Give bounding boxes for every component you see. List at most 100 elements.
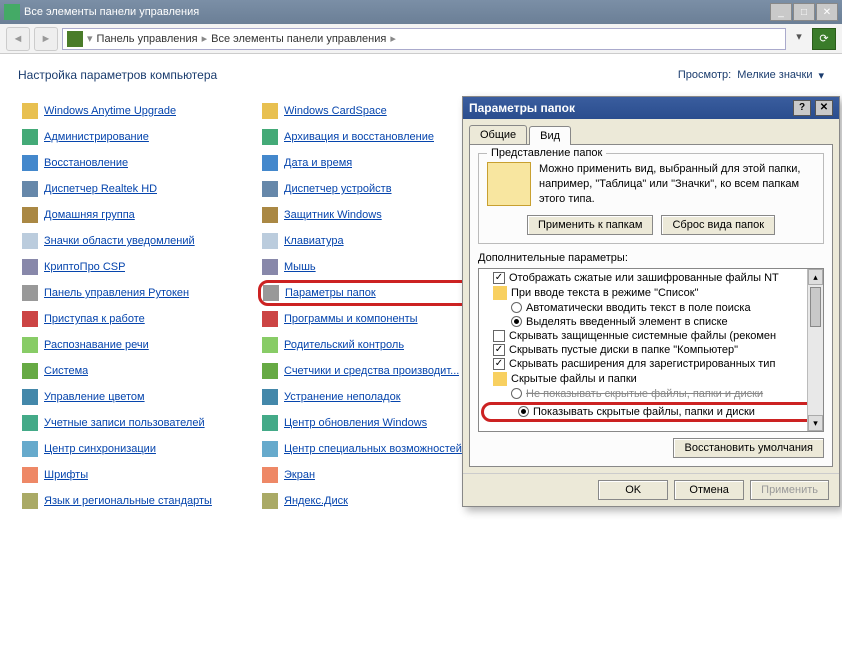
item-label: Яндекс.Диск	[284, 495, 348, 507]
item-label: Распознавание речи	[44, 339, 149, 351]
dialog-help-button[interactable]: ?	[793, 100, 811, 116]
control-panel-item[interactable]: Центр синхронизации	[18, 436, 258, 462]
item-icon	[262, 129, 278, 145]
refresh-button[interactable]: ⟳	[812, 28, 836, 50]
item-icon	[22, 363, 38, 379]
tab-general[interactable]: Общие	[469, 125, 527, 144]
breadcrumb-2[interactable]: Все элементы панели управления	[211, 33, 386, 45]
view-value[interactable]: Мелкие значки	[737, 69, 812, 81]
item-label: Клавиатура	[284, 235, 344, 247]
radio-icon[interactable]	[511, 302, 522, 313]
tree-item[interactable]: Скрытые файлы и папки	[481, 371, 821, 387]
control-panel-item[interactable]: Домашняя группа	[18, 202, 258, 228]
control-panel-item[interactable]: Шрифты	[18, 462, 258, 488]
scrollbar-vertical[interactable]: ▴ ▾	[807, 269, 823, 431]
item-label: Windows CardSpace	[284, 105, 387, 117]
control-panel-item[interactable]: КриптоПро CSP	[18, 254, 258, 280]
tree-item[interactable]: Скрывать расширения для зарегистрированн…	[481, 357, 821, 371]
scroll-down-icon[interactable]: ▾	[808, 415, 823, 431]
item-icon	[22, 285, 38, 301]
tree-item-label: При вводе текста в режиме "Список"	[511, 287, 698, 299]
radio-icon[interactable]	[518, 406, 529, 417]
control-panel-item[interactable]: Восстановление	[18, 150, 258, 176]
apply-to-folders-button[interactable]: Применить к папкам	[527, 215, 654, 235]
tree-item[interactable]: При вводе текста в режиме "Список"	[481, 285, 821, 301]
item-icon	[22, 389, 38, 405]
maximize-button[interactable]: □	[793, 3, 815, 21]
group-legend: Представление папок	[487, 147, 606, 159]
restore-defaults-button[interactable]: Восстановить умолчания	[673, 438, 824, 458]
dialog-titlebar: Параметры папок ? ✕	[463, 97, 839, 119]
item-label: Центр специальных возможностей	[284, 443, 462, 455]
control-panel-item[interactable]: Учетные записи пользователей	[18, 410, 258, 436]
address-bar[interactable]: ▾ Панель управления ▸ Все элементы панел…	[62, 28, 786, 50]
checkbox-icon[interactable]	[493, 272, 505, 284]
item-label: КриптоПро CSP	[44, 261, 125, 273]
item-label: Экран	[284, 469, 315, 481]
breadcrumb-1[interactable]: Панель управления	[97, 33, 198, 45]
folder-icon	[493, 372, 507, 386]
control-panel-item[interactable]: Значки области уведомлений	[18, 228, 258, 254]
control-panel-item[interactable]: Распознавание речи	[18, 332, 258, 358]
reset-folders-button[interactable]: Сброс вида папок	[661, 215, 775, 235]
item-icon	[22, 103, 38, 119]
chevron-down-icon[interactable]: ▾	[818, 69, 824, 82]
item-label: Приступая к работе	[44, 313, 145, 325]
item-icon	[262, 493, 278, 509]
item-label: Восстановление	[44, 157, 128, 169]
checkbox-icon[interactable]	[493, 358, 505, 370]
tree-item[interactable]: Показывать скрытые файлы, папки и диски	[481, 402, 821, 422]
item-icon	[263, 285, 279, 301]
item-icon	[262, 467, 278, 483]
scroll-up-icon[interactable]: ▴	[808, 269, 823, 285]
minimize-button[interactable]: _	[770, 3, 792, 21]
close-button[interactable]: ✕	[816, 3, 838, 21]
item-label: Язык и региональные стандарты	[44, 495, 212, 507]
item-icon	[22, 155, 38, 171]
scroll-thumb[interactable]	[810, 287, 821, 327]
address-dropdown[interactable]: ▾	[790, 30, 808, 48]
forward-button[interactable]: ►	[34, 27, 58, 51]
control-panel-item[interactable]: Система	[18, 358, 258, 384]
tab-view[interactable]: Вид	[529, 126, 571, 145]
control-panel-item[interactable]: Администрирование	[18, 124, 258, 150]
control-panel-item[interactable]: Панель управления Рутокен	[18, 280, 258, 306]
control-panel-item[interactable]: Диспетчер Realtek HD	[18, 176, 258, 202]
tree-item[interactable]: Автоматически вводить текст в поле поиск…	[481, 301, 821, 315]
tree-item-label: Скрывать расширения для зарегистрированн…	[509, 358, 775, 370]
items-column-1: Windows Anytime UpgradeАдминистрирование…	[18, 98, 258, 514]
item-label: Учетные записи пользователей	[44, 417, 205, 429]
tree-item[interactable]: Отображать сжатые или зашифрованные файл…	[481, 271, 821, 285]
item-icon	[262, 311, 278, 327]
ok-button[interactable]: OK	[598, 480, 668, 500]
tree-item[interactable]: Скрывать пустые диски в папке "Компьютер…	[481, 343, 821, 357]
item-label: Центр синхронизации	[44, 443, 156, 455]
item-label: Мышь	[284, 261, 316, 273]
folder-icon	[487, 162, 531, 206]
tree-item[interactable]: Скрывать защищенные системные файлы (рек…	[481, 329, 821, 343]
dialog-close-button[interactable]: ✕	[815, 100, 833, 116]
checkbox-icon[interactable]	[493, 344, 505, 356]
back-button[interactable]: ◄	[6, 27, 30, 51]
control-panel-item[interactable]: Приступая к работе	[18, 306, 258, 332]
item-icon	[22, 233, 38, 249]
tree-item[interactable]: Не показывать скрытые файлы, папки и дис…	[481, 387, 821, 401]
tree-item[interactable]: Выделять введенный элемент в списке	[481, 315, 821, 329]
item-icon	[262, 389, 278, 405]
item-icon	[22, 337, 38, 353]
folder-icon	[493, 286, 507, 300]
cancel-button[interactable]: Отмена	[674, 480, 744, 500]
advanced-label: Дополнительные параметры:	[478, 252, 824, 264]
control-panel-item[interactable]: Язык и региональные стандарты	[18, 488, 258, 514]
apply-button[interactable]: Применить	[750, 480, 829, 500]
control-panel-item[interactable]: Windows Anytime Upgrade	[18, 98, 258, 124]
control-panel-item[interactable]: Управление цветом	[18, 384, 258, 410]
dialog-title: Параметры папок	[469, 101, 575, 115]
advanced-settings-tree[interactable]: Отображать сжатые или зашифрованные файл…	[478, 268, 824, 432]
folder-options-dialog: Параметры папок ? ✕ Общие Вид Представле…	[462, 96, 840, 507]
radio-icon[interactable]	[511, 316, 522, 327]
checkbox-icon[interactable]	[493, 330, 505, 342]
tree-item-label: Скрытые файлы и папки	[511, 373, 637, 385]
item-label: Панель управления Рутокен	[44, 287, 189, 299]
radio-icon[interactable]	[511, 388, 522, 399]
